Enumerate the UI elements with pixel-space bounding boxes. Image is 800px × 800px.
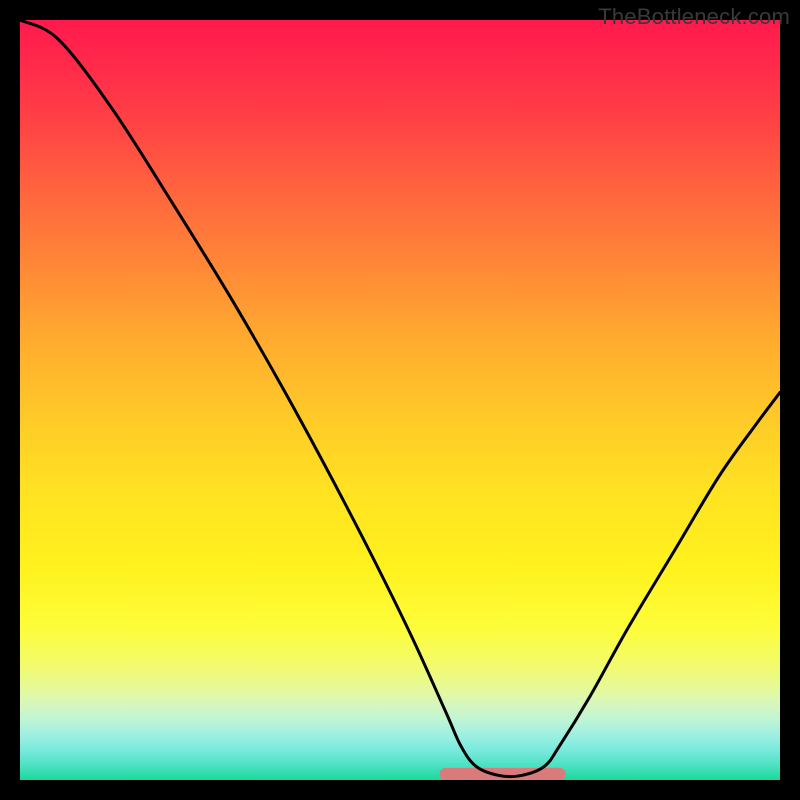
- bottleneck-curve: [20, 20, 780, 777]
- bottleneck-curve-layer: [20, 20, 780, 780]
- plot-area: [20, 20, 780, 780]
- chart-frame: TheBottleneck.com: [0, 0, 800, 800]
- watermark-text: TheBottleneck.com: [598, 4, 790, 30]
